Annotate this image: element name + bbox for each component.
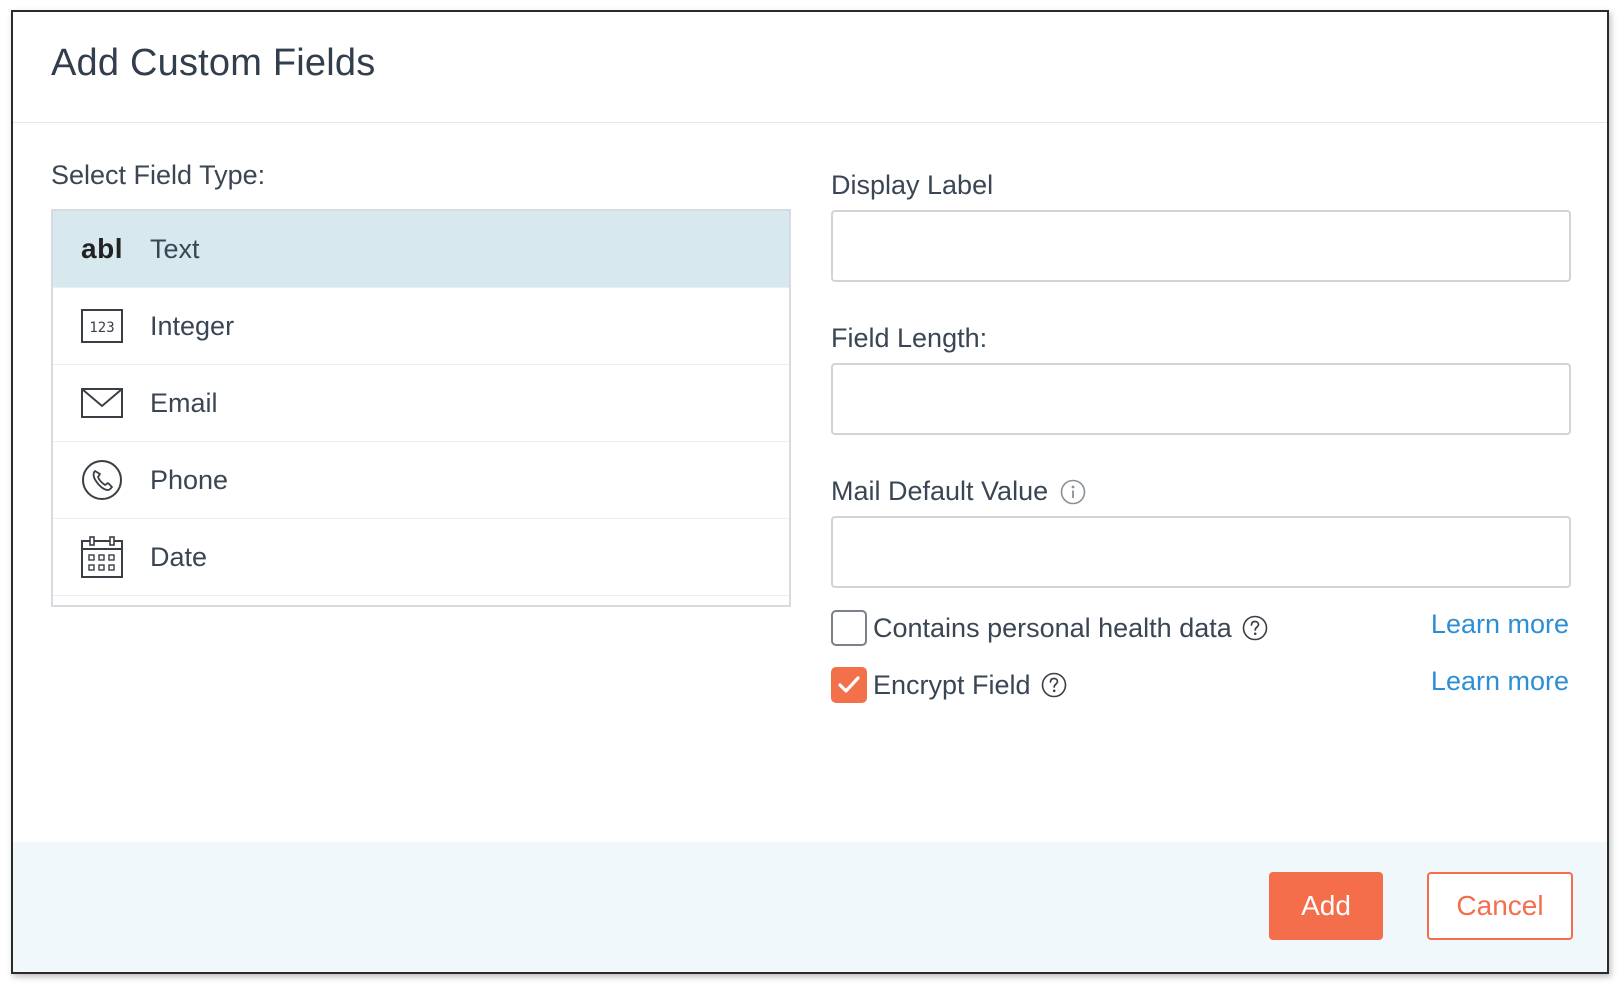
dialog-footer: Add Cancel <box>13 842 1607 972</box>
display-label-input[interactable] <box>831 210 1571 282</box>
encrypt-field-learn-more-link[interactable]: Learn more <box>1431 666 1569 697</box>
abl-text-icon: abl <box>81 233 123 264</box>
phone-icon <box>80 458 124 502</box>
question-icon[interactable] <box>1242 615 1268 641</box>
mail-default-value-text: Mail Default Value <box>831 476 1049 506</box>
encrypt-field-checkbox[interactable] <box>831 667 867 703</box>
field-type-integer[interactable]: 123 Integer <box>53 288 789 365</box>
health-data-checkbox[interactable] <box>831 610 867 646</box>
calendar-icon <box>80 535 124 579</box>
field-type-phone[interactable]: Phone <box>53 442 789 519</box>
svg-text:123: 123 <box>89 320 114 336</box>
select-field-type-label: Select Field Type: <box>51 160 266 190</box>
health-data-label: Contains personal health data <box>873 612 1232 643</box>
info-icon[interactable] <box>1060 479 1086 505</box>
add-button[interactable]: Add <box>1269 872 1383 940</box>
encrypt-field-label: Encrypt Field <box>873 669 1031 700</box>
field-length-label: Field Length: <box>831 323 988 353</box>
checkmark-icon <box>838 676 860 693</box>
field-type-label: Email <box>150 387 218 418</box>
add-custom-fields-dialog: Add Custom Fields Select Field Type: abl… <box>11 10 1609 974</box>
dialog-header: Add Custom Fields <box>13 12 1607 123</box>
field-type-label: Phone <box>150 464 229 495</box>
dialog-title: Add Custom Fields <box>51 42 376 84</box>
number-123-icon: 123 <box>80 304 124 348</box>
display-label-label: Display Label <box>831 170 994 200</box>
field-type-text[interactable]: abl Text <box>53 211 789 288</box>
question-icon[interactable] <box>1041 672 1067 698</box>
field-length-input[interactable] <box>831 363 1571 435</box>
encrypt-field-row: Encrypt Field <box>831 666 1067 704</box>
envelope-icon <box>80 381 124 425</box>
field-type-email[interactable]: Email <box>53 365 789 442</box>
field-type-date[interactable]: Date <box>53 519 789 596</box>
field-type-label: Date <box>150 541 208 572</box>
health-data-row: Contains personal health data <box>831 609 1268 647</box>
health-data-learn-more-link[interactable]: Learn more <box>1431 609 1569 640</box>
cancel-button[interactable]: Cancel <box>1427 872 1573 940</box>
field-type-label: Integer <box>150 310 235 341</box>
mail-default-value-input[interactable] <box>831 516 1571 588</box>
mail-default-value-label: Mail Default Value <box>831 476 1086 507</box>
field-type-label: Text <box>150 233 200 264</box>
field-type-list: abl Text 123 Integer Email Phone Date <box>51 209 791 607</box>
